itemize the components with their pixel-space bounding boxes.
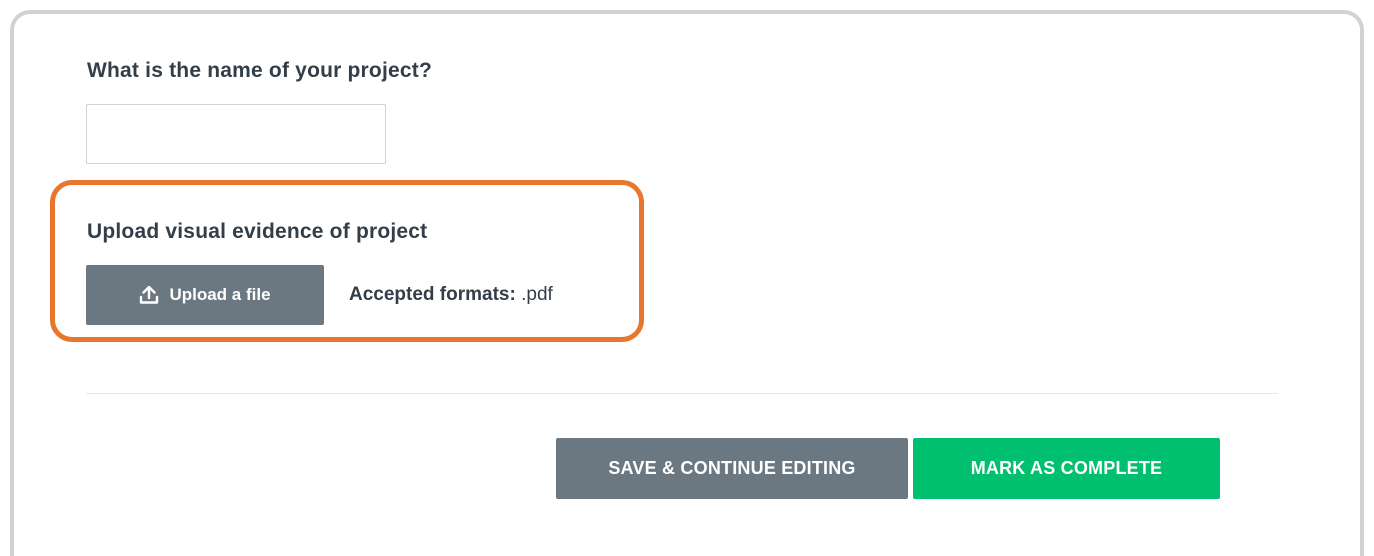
upload-section-label: Upload visual evidence of project xyxy=(87,220,428,243)
save-continue-button[interactable]: SAVE & CONTINUE EDITING xyxy=(556,438,908,499)
project-name-input[interactable] xyxy=(86,104,386,164)
accepted-formats: Accepted formats: .pdf xyxy=(349,284,553,306)
divider xyxy=(86,393,1278,394)
accepted-formats-label: Accepted formats: xyxy=(349,284,516,305)
upload-file-button[interactable]: Upload a file xyxy=(86,265,324,325)
upload-icon xyxy=(139,286,159,304)
mark-complete-button[interactable]: MARK AS COMPLETE xyxy=(913,438,1220,499)
upload-file-button-label: Upload a file xyxy=(169,285,271,304)
project-name-label: What is the name of your project? xyxy=(87,59,432,82)
accepted-formats-value: .pdf xyxy=(521,284,553,305)
